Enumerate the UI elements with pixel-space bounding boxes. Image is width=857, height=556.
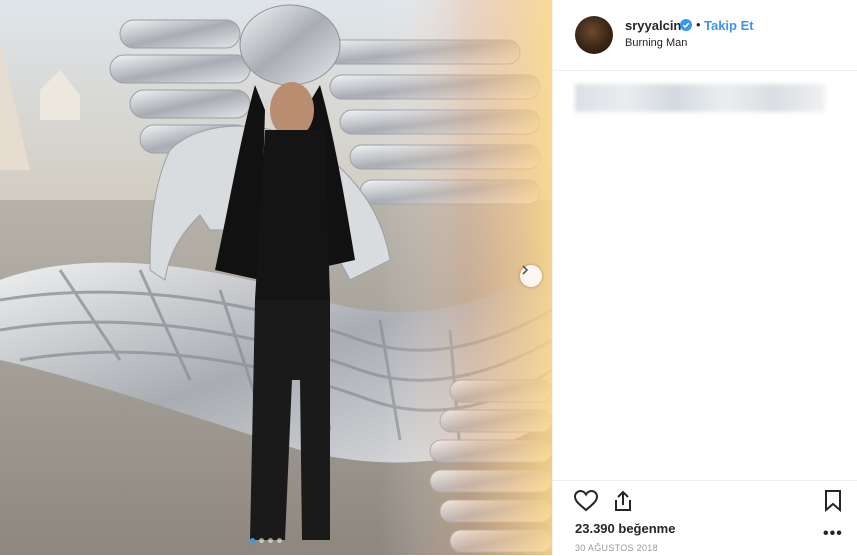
username-link[interactable]: sryyalcin	[625, 18, 681, 33]
share-icon[interactable]	[611, 489, 635, 513]
carousel-dot	[259, 538, 264, 543]
bookmark-icon[interactable]	[823, 489, 843, 513]
photo-illustration	[0, 0, 552, 555]
carousel-dot	[277, 538, 282, 543]
post-details-panel: sryyalcin • Takip Et Burning Man 23.390 …	[552, 0, 857, 555]
location-link[interactable]: Burning Man	[625, 37, 687, 49]
more-options-button[interactable]: •••	[823, 525, 843, 543]
chevron-right-icon	[522, 265, 529, 275]
carousel-indicator	[250, 538, 282, 543]
heart-icon[interactable]	[573, 489, 599, 513]
verified-badge-icon	[680, 19, 692, 31]
likes-count[interactable]: 23.390 beğenme	[575, 521, 675, 536]
follow-button[interactable]: Takip Et	[704, 18, 754, 33]
post-header: sryyalcin • Takip Et Burning Man	[553, 0, 857, 71]
carousel-dot	[268, 538, 273, 543]
separator-dot: •	[696, 17, 701, 32]
post-actions: 23.390 beğenme 30 AĞUSTOS 2018 •••	[553, 480, 857, 556]
post-date: 30 AĞUSTOS 2018	[575, 543, 658, 553]
avatar[interactable]	[575, 16, 613, 54]
post-photo[interactable]	[0, 0, 552, 555]
blurred-caption	[575, 84, 825, 112]
carousel-next-button[interactable]	[520, 265, 542, 287]
carousel-dot	[250, 538, 255, 543]
